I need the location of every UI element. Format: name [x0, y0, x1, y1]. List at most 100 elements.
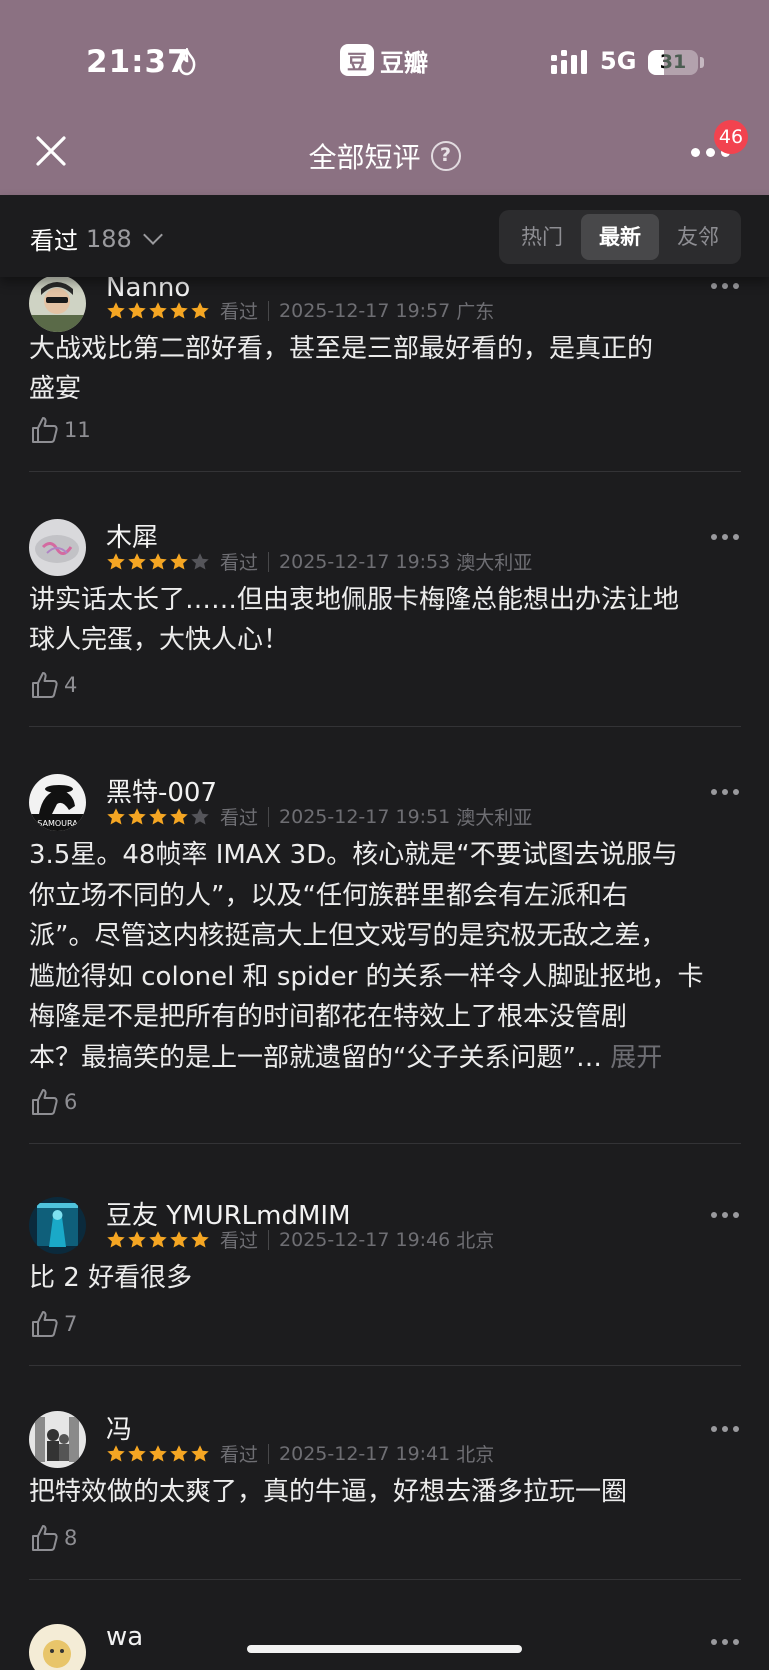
- signal-icon: [551, 50, 587, 74]
- avatar[interactable]: [29, 277, 86, 332]
- review-more-icon[interactable]: [711, 283, 739, 291]
- avatar[interactable]: [29, 519, 86, 576]
- star-filled-icon: [149, 807, 167, 824]
- divider: [29, 1579, 741, 1580]
- app-badge: 豆 豆瓣: [340, 44, 428, 77]
- like-button[interactable]: 4: [30, 670, 77, 700]
- star-filled-icon: [107, 807, 125, 824]
- meta-divider: [268, 551, 270, 572]
- expand-link[interactable]: 展开: [610, 1043, 662, 1073]
- watch-status: 看过: [220, 552, 259, 574]
- seen-count: 188: [86, 224, 132, 253]
- chevron-down-icon: [142, 224, 163, 245]
- like-count: 7: [64, 1312, 78, 1336]
- star-empty-icon: [191, 552, 209, 569]
- page-title: 全部短评: [308, 141, 421, 174]
- star-filled-icon: [149, 552, 167, 569]
- avatar[interactable]: [29, 1197, 86, 1254]
- review-time: 2025-12-17 19:57: [279, 299, 451, 322]
- star-empty-icon: [191, 807, 209, 824]
- thumb-up-icon: [32, 1089, 58, 1115]
- star-filled-icon: [191, 1444, 209, 1461]
- review-location: 北京: [456, 1444, 495, 1466]
- star-filled-icon: [107, 1444, 125, 1461]
- divider: [29, 1365, 741, 1366]
- review-time: 2025-12-17 19:41: [279, 1442, 451, 1465]
- meta-divider: [268, 806, 270, 827]
- review-text: 讲实话太长了……但由衷地佩服卡梅隆总能想出办法让地 球人完蛋，大快人心！: [29, 580, 741, 660]
- watch-status: 看过: [220, 1444, 259, 1466]
- like-count: 4: [64, 673, 78, 697]
- review-text-line: 球人完蛋，大快人心！: [29, 625, 290, 655]
- review-location: 澳大利亚: [456, 807, 533, 829]
- sort-segmented-control: 热门 最新 友邻: [499, 210, 741, 264]
- review-more-icon[interactable]: [711, 534, 739, 542]
- review-text-line-content: 本？最搞笑的是上一部就遗留的“父子关系问题”…: [29, 1042, 602, 1073]
- star-filled-icon: [149, 301, 167, 318]
- like-count: 8: [64, 1526, 78, 1550]
- star-filled-icon: [170, 1444, 188, 1461]
- notification-badge: 46: [714, 120, 748, 154]
- star-filled-icon: [107, 301, 125, 318]
- review-text: 把特效做的太爽了，真的牛逼，好想去潘多拉玩一圈: [29, 1472, 741, 1512]
- meta-divider: [268, 1229, 270, 1250]
- review-text-line: 你立场不同的人”，以及“任何族群里都会有左派和右: [29, 880, 628, 911]
- star-filled-icon: [128, 301, 146, 318]
- tab-friends[interactable]: 友邻: [659, 214, 737, 260]
- star-filled-icon: [191, 1230, 209, 1247]
- nav-bar: 全部短评 ? 46: [0, 120, 769, 195]
- star-filled-icon: [107, 1230, 125, 1247]
- watch-status: 看过: [220, 301, 259, 323]
- like-button[interactable]: 7: [30, 1309, 77, 1339]
- review-time: 2025-12-17 19:46: [279, 1228, 451, 1251]
- username[interactable]: wa: [106, 1622, 143, 1652]
- review-text-line: 讲实话太长了……但由衷地佩服卡梅隆总能想出办法让地: [29, 585, 680, 615]
- seen-filter-dropdown[interactable]: 看过 188: [30, 221, 163, 256]
- meta-divider: [268, 300, 270, 321]
- review-more-icon[interactable]: [711, 1639, 739, 1647]
- review-list: Nanno 看过 2025-12-17 19:57 广东 大战戏比第二部好看，甚…: [0, 277, 769, 1670]
- review-meta: 看过 2025-12-17 19:53 澳大利亚: [106, 548, 532, 575]
- review-text-line: 3.5星。48帧率 IMAX 3D。核心就是“不要试图去说服与: [29, 840, 678, 870]
- review-more-icon[interactable]: [711, 1426, 739, 1434]
- meta-divider: [268, 1443, 270, 1464]
- help-icon[interactable]: ?: [430, 141, 461, 171]
- top-bar: 21:37 豆 豆瓣 5G 31 全部短评 ? 46: [0, 0, 769, 195]
- douban-logo-icon: 豆: [340, 44, 374, 76]
- like-count: 6: [64, 1090, 78, 1114]
- review-text: 比 2 好看很多: [29, 1258, 741, 1298]
- review-time: 2025-12-17 19:51: [279, 805, 451, 828]
- flame-icon: [178, 48, 196, 76]
- star-filled-icon: [191, 301, 209, 318]
- review-text: 大战戏比第二部好看，甚至是三部最好看的，是真正的 盛宴: [29, 329, 741, 409]
- like-button[interactable]: 11: [30, 415, 91, 445]
- review-more-icon[interactable]: [711, 789, 739, 797]
- like-count: 11: [64, 418, 91, 442]
- battery-icon: 31: [648, 50, 698, 75]
- avatar-caption: SAMOURA: [37, 819, 78, 828]
- divider: [29, 726, 741, 727]
- tab-hot[interactable]: 热门: [503, 214, 581, 260]
- avatar[interactable]: SAMOURA: [29, 774, 86, 831]
- review-more-icon[interactable]: [711, 1212, 739, 1220]
- divider: [29, 471, 741, 472]
- page-title-wrap: 全部短评 ?: [0, 136, 769, 176]
- review-text-line: 梅隆是不是把所有的时间都花在特效上了根本没管剧: [29, 1002, 628, 1032]
- rating-stars: [106, 1230, 210, 1250]
- like-button[interactable]: 8: [30, 1523, 77, 1553]
- review-text-line: 盛宴: [29, 374, 82, 404]
- star-filled-icon: [128, 552, 146, 569]
- tab-latest[interactable]: 最新: [581, 214, 659, 260]
- review-text-line: 大战戏比第二部好看，甚至是三部最好看的，是真正的: [29, 334, 654, 364]
- review-text-line: 尴尬得如 colonel 和 spider 的关系一样令人脚趾抠地，卡: [29, 961, 704, 992]
- thumb-up-icon: [32, 672, 58, 698]
- watch-status: 看过: [220, 807, 259, 829]
- review-text-line: 把特效做的太爽了，真的牛逼，好想去潘多拉玩一圈: [29, 1477, 628, 1507]
- avatar[interactable]: [29, 1624, 86, 1670]
- home-indicator[interactable]: [247, 1645, 522, 1653]
- battery-level: 31: [659, 51, 687, 73]
- watch-status: 看过: [220, 1230, 259, 1252]
- avatar[interactable]: [29, 1411, 86, 1468]
- like-button[interactable]: 6: [30, 1087, 77, 1117]
- star-filled-icon: [128, 1230, 146, 1247]
